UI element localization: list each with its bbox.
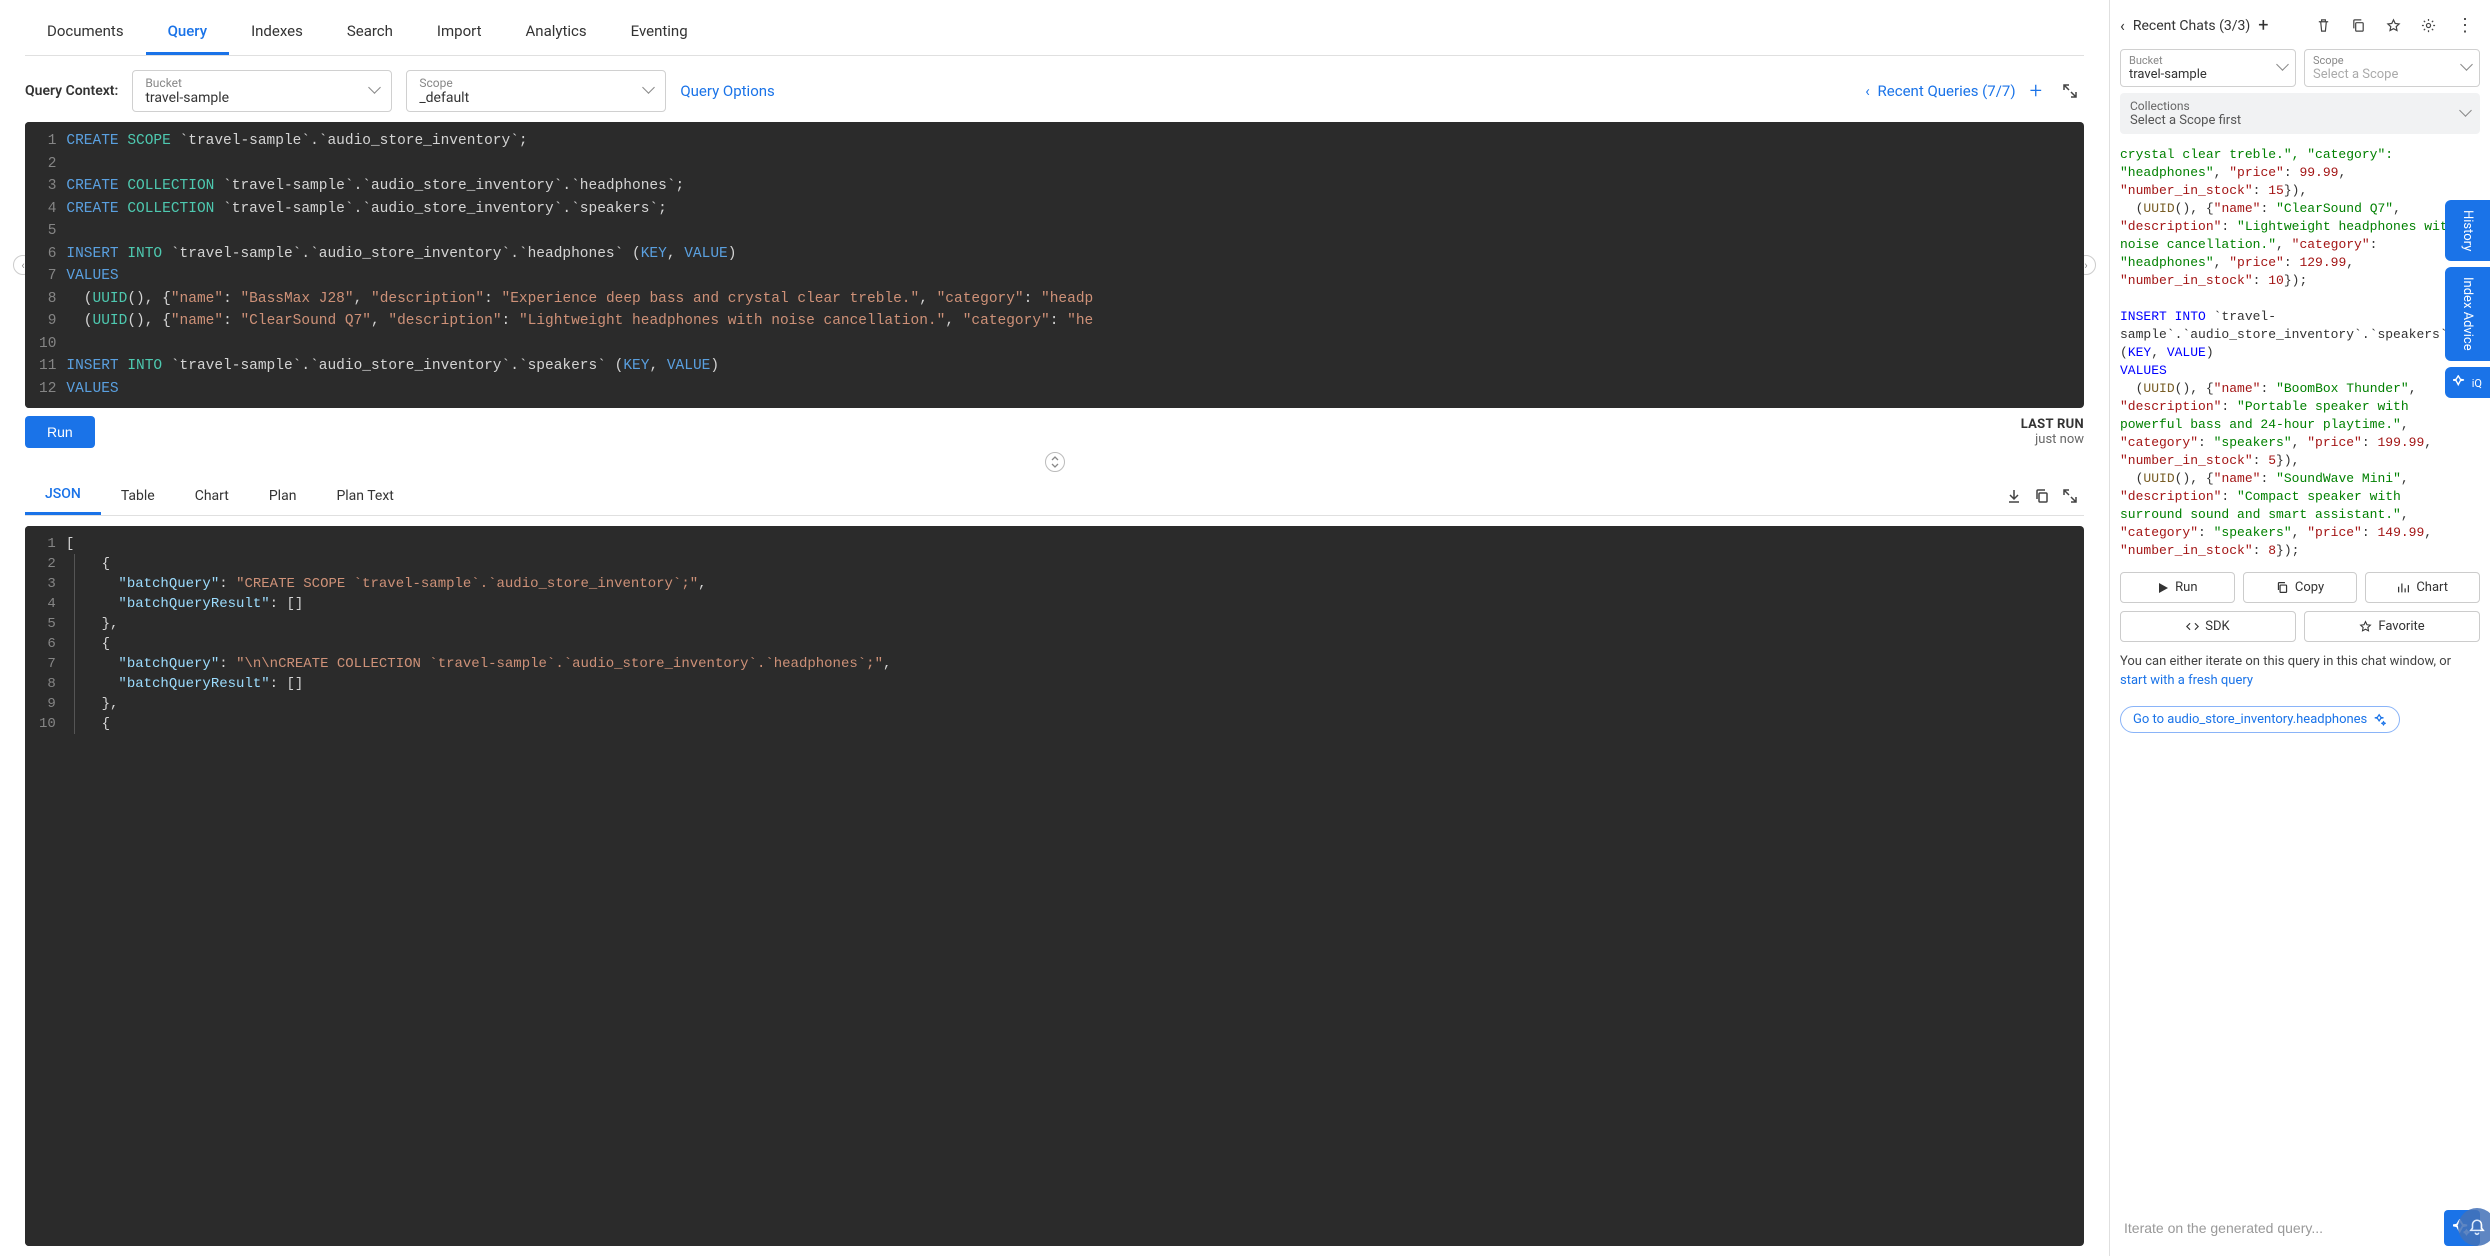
chat-favorite-button[interactable]: Favorite [2304, 611, 2480, 642]
chat-sidebar: ‹ Recent Chats (3/3) + ⋮ Buckettravel-sa… [2110, 0, 2490, 1256]
result-tab-plan-text[interactable]: Plan Text [316, 478, 413, 514]
chat-note: You can either iterate on this query in … [2120, 652, 2480, 690]
scope-select[interactable]: Scope _default [406, 70, 666, 112]
chevron-left-icon: ‹ [1865, 82, 1870, 100]
back-icon[interactable]: ‹ [2120, 16, 2125, 35]
query-options-link[interactable]: Query Options [680, 82, 774, 100]
tab-query[interactable]: Query [146, 10, 230, 55]
chat-input[interactable] [2120, 1210, 2436, 1246]
result-tab-chart[interactable]: Chart [175, 478, 249, 514]
tab-import[interactable]: Import [415, 10, 504, 55]
expand-icon[interactable] [2056, 77, 2084, 105]
run-button[interactable]: Run [25, 416, 95, 448]
chat-run-button[interactable]: Run [2120, 572, 2235, 603]
editor-gutter: 123456789101112 [25, 122, 66, 408]
notification-bell-icon[interactable] [2458, 1208, 2490, 1246]
result-viewer[interactable]: 12345678910 [ { "batchQuery": "CREATE SC… [25, 526, 2084, 1246]
sidebar-scope-select[interactable]: ScopeSelect a Scope [2304, 49, 2480, 87]
fresh-query-link[interactable]: start with a fresh query [2120, 673, 2253, 688]
scope-select-value: _default [419, 90, 469, 106]
chevron-down-icon [2461, 106, 2470, 122]
query-context-label: Query Context: [25, 83, 118, 99]
chevron-down-icon [2462, 60, 2471, 76]
rail-history[interactable]: History [2445, 200, 2490, 261]
add-chat-button[interactable]: + [2258, 15, 2268, 36]
chevron-down-icon [370, 83, 379, 99]
result-tab-plan[interactable]: Plan [249, 478, 317, 514]
editor-code[interactable]: CREATE SCOPE `travel-sample`.`audio_stor… [66, 122, 2084, 408]
query-editor[interactable]: 123456789101112 CREATE SCOPE `travel-sam… [25, 122, 2084, 408]
chat-code-block: crystal clear treble.", "category": "hea… [2120, 142, 2480, 564]
download-icon[interactable] [2000, 482, 2028, 510]
tab-search[interactable]: Search [325, 10, 415, 55]
star-icon[interactable] [2380, 12, 2407, 39]
bucket-select-value: travel-sample [145, 90, 229, 106]
rail-index-advice[interactable]: Index Advice [2445, 267, 2490, 361]
trash-icon[interactable] [2310, 12, 2337, 39]
chevron-down-icon [644, 83, 653, 99]
gear-icon[interactable] [2415, 12, 2442, 39]
scope-select-label: Scope [419, 76, 469, 90]
result-code: [ { "batchQuery": "CREATE SCOPE `travel-… [66, 526, 2084, 1246]
rail-iq[interactable]: iQ [2445, 367, 2490, 398]
more-icon[interactable]: ⋮ [2450, 15, 2480, 37]
splitter-handle[interactable] [1045, 452, 1065, 472]
tab-documents[interactable]: Documents [25, 10, 146, 55]
sidebar-bucket-select[interactable]: Buckettravel-sample [2120, 49, 2296, 87]
tab-indexes[interactable]: Indexes [229, 10, 325, 55]
goto-collection-pill[interactable]: Go to audio_store_inventory.headphones [2120, 706, 2400, 733]
result-gutter: 12345678910 [25, 526, 66, 1246]
result-tab-json[interactable]: JSON [25, 476, 101, 515]
result-tabs: JSON Table Chart Plan Plan Text [25, 476, 2084, 516]
chat-copy-button[interactable]: Copy [2243, 572, 2358, 603]
copy-icon[interactable] [2345, 12, 2372, 39]
add-query-button[interactable]: + [2030, 79, 2042, 104]
bucket-select-label: Bucket [145, 76, 229, 90]
last-run-indicator: LAST RUN just now [2021, 417, 2084, 447]
result-tab-table[interactable]: Table [101, 478, 175, 514]
main-nav-tabs: Documents Query Indexes Search Import An… [25, 10, 2084, 56]
bucket-select[interactable]: Bucket travel-sample [132, 70, 392, 112]
tab-analytics[interactable]: Analytics [504, 10, 609, 55]
chat-sdk-button[interactable]: SDK [2120, 611, 2296, 642]
chat-chart-button[interactable]: Chart [2365, 572, 2480, 603]
recent-chats-title[interactable]: Recent Chats (3/3) [2133, 18, 2250, 34]
chevron-down-icon [2278, 60, 2287, 76]
copy-icon[interactable] [2028, 482, 2056, 510]
tab-eventing[interactable]: Eventing [609, 10, 710, 55]
recent-queries-link[interactable]: ‹ Recent Queries (7/7) [1865, 82, 2015, 100]
sidebar-collections-select[interactable]: CollectionsSelect a Scope first [2120, 93, 2480, 134]
right-rail: History Index Advice iQ [2445, 200, 2490, 398]
expand-icon[interactable] [2056, 482, 2084, 510]
